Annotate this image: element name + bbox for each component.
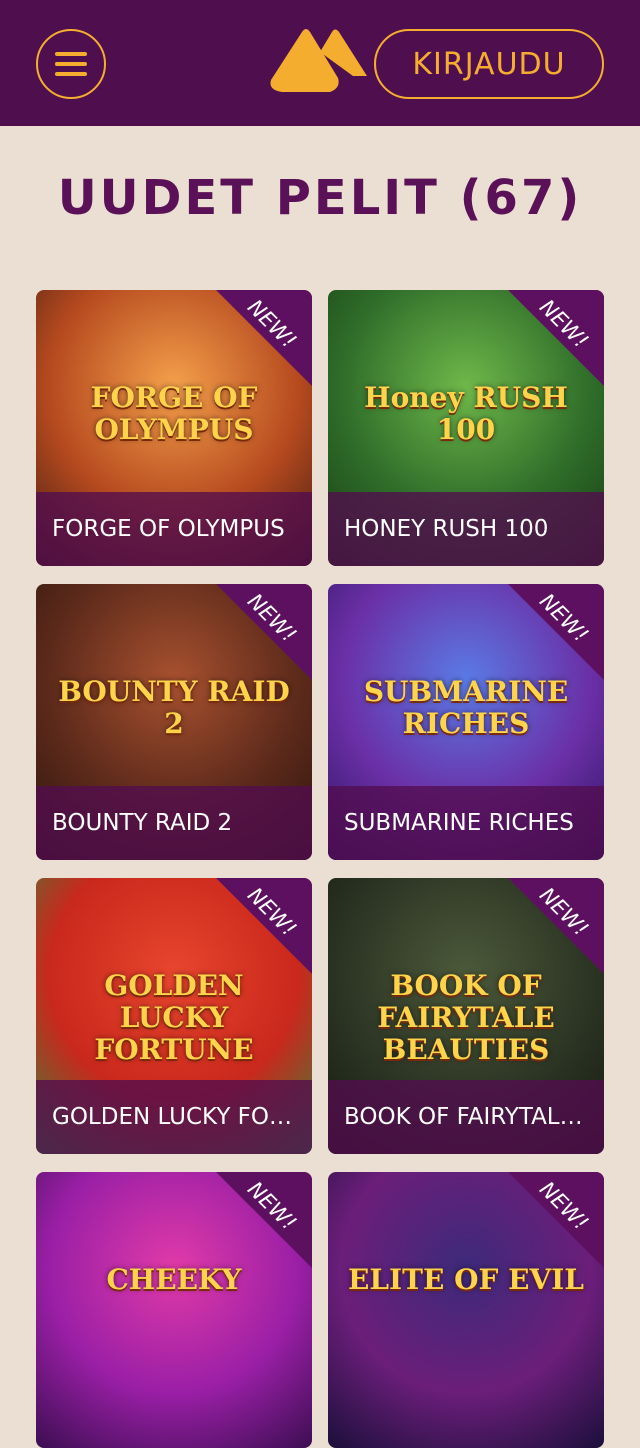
game-title-bar: BOOK OF FAIRYTALE BEAUTIES — [328, 1080, 604, 1154]
game-title-bar: SUBMARINE RICHES — [328, 786, 604, 860]
top-bar: KIRJAUDU — [0, 0, 640, 126]
game-logo-art: BOUNTY RAID 2 — [58, 675, 290, 740]
game-card[interactable]: SUBMARINE RICHES NEW! SUBMARINE RICHES — [328, 584, 604, 860]
mountain-logo-icon[interactable] — [268, 22, 370, 96]
game-logo-art: BOOK OF FAIRYTALE BEAUTIES — [377, 969, 555, 1066]
hamburger-icon — [55, 52, 87, 56]
game-logo-art: FORGE OF OLYMPUS — [90, 381, 258, 446]
menu-button[interactable] — [36, 29, 106, 99]
game-logo-art: GOLDEN LUCKY FORTUNE — [94, 969, 254, 1066]
game-title-bar: HONEY RUSH 100 — [328, 492, 604, 566]
game-card[interactable]: BOUNTY RAID 2 NEW! BOUNTY RAID 2 — [36, 584, 312, 860]
game-logo-art: Honey RUSH 100 — [364, 381, 568, 446]
game-card[interactable]: GOLDEN LUCKY FORTUNE NEW! GOLDEN LUCKY FOR… — [36, 878, 312, 1154]
game-card[interactable]: FORGE OF OLYMPUS NEW! FORGE OF OLYMPUS — [36, 290, 312, 566]
game-card[interactable]: BOOK OF FAIRYTALE BEAUTIES NEW! BOOK OF FA… — [328, 878, 604, 1154]
page-title: UUDET PELIT (67) — [57, 170, 583, 226]
login-button[interactable]: KIRJAUDU — [374, 29, 604, 99]
game-logo-art: CHEEKY — [106, 1263, 242, 1296]
game-title-bar: BOUNTY RAID 2 — [36, 786, 312, 860]
hamburger-icon-line — [55, 72, 87, 76]
game-title-bar: FORGE OF OLYMPUS — [36, 492, 312, 566]
game-card[interactable]: CHEEKY NEW! — [36, 1172, 312, 1448]
hamburger-icon-line — [55, 62, 87, 66]
game-logo-art: SUBMARINE RICHES — [363, 675, 569, 740]
game-card[interactable]: ELITE OF EVIL NEW! — [328, 1172, 604, 1448]
game-title: HONEY RUSH 100 — [344, 516, 549, 542]
game-card[interactable]: Honey RUSH 100 NEW! HONEY RUSH 100 — [328, 290, 604, 566]
game-title: BOUNTY RAID 2 — [52, 810, 233, 836]
game-title: GOLDEN LUCKY FORTUNE — [52, 1104, 300, 1130]
games-grid: FORGE OF OLYMPUS NEW! FORGE OF OLYMPUS Hone… — [36, 290, 604, 1448]
game-title: FORGE OF OLYMPUS — [52, 516, 285, 542]
game-title: SUBMARINE RICHES — [344, 810, 574, 836]
game-title: BOOK OF FAIRYTALE BEAUTIES — [344, 1104, 592, 1130]
game-logo-art: ELITE OF EVIL — [348, 1263, 584, 1296]
game-title-bar: GOLDEN LUCKY FORTUNE — [36, 1080, 312, 1154]
